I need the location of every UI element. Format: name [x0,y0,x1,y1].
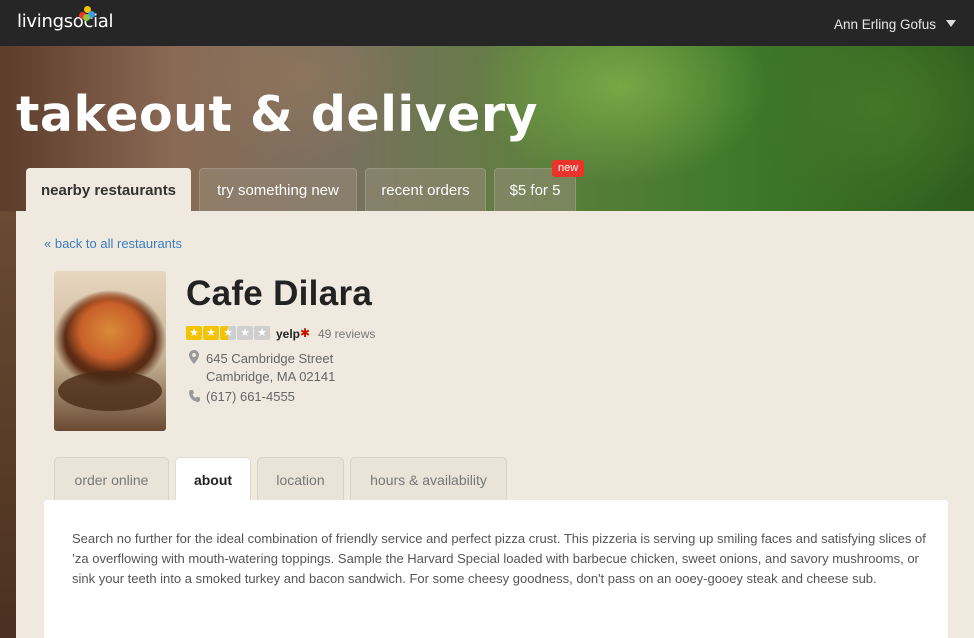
top-bar: livingsocial Ann Erling Gofus [0,0,974,46]
logo-dots-icon [79,6,95,21]
phone-number[interactable]: (617) 661-4555 [206,389,295,404]
location-pin-icon [189,350,199,364]
pizza-plate-shape [58,371,162,411]
tab-try-something-new[interactable]: try something new [199,168,357,212]
star-icon: ★ [186,326,202,340]
tab-order-online[interactable]: order online [54,457,169,501]
yelp-burst-icon: ✱ [300,326,311,340]
livingsocial-logo[interactable]: livingsocial [17,11,114,32]
star-empty-icon: ★ [254,326,270,340]
caret-down-icon[interactable] [946,20,956,27]
address-street: 645 Cambridge Street [206,351,334,366]
user-menu-name[interactable]: Ann Erling Gofus [834,17,936,32]
tab-nearby-restaurants[interactable]: nearby restaurants [26,168,191,212]
yelp-logo[interactable]: yelp [276,327,300,341]
tab-location[interactable]: location [257,457,344,501]
tab-hours-availability[interactable]: hours & availability [350,457,507,501]
review-count[interactable]: 49 reviews [318,327,375,341]
star-icon: ★ [203,326,219,340]
address-city: Cambridge, MA 02141 [206,369,336,384]
tab-recent-orders[interactable]: recent orders [365,168,486,212]
restaurant-name: Cafe Dilara [186,274,373,313]
new-badge: new [552,160,585,177]
back-to-restaurants-link[interactable]: « back to all restaurants [44,236,182,251]
background-edge [0,211,16,638]
star-half-icon: ★ [220,326,236,340]
star-empty-icon: ★ [237,326,253,340]
rating-stars: ★ ★ ★ ★ ★ [186,326,270,340]
about-description: Search no further for the ideal combinat… [72,531,926,586]
page-title: takeout & delivery [16,86,538,143]
tab-about[interactable]: about [175,457,251,502]
phone-icon [189,390,200,402]
restaurant-photo [54,271,166,431]
